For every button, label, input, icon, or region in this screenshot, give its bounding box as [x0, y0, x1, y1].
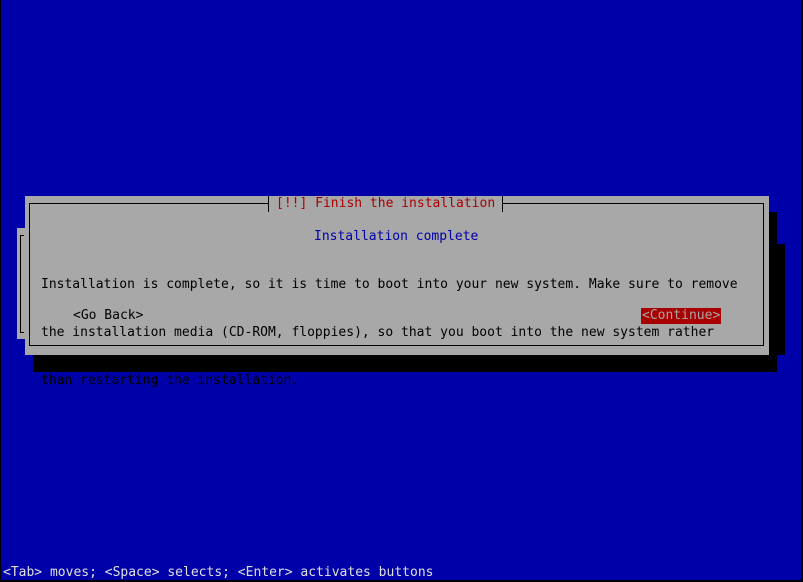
dialog-message-line: than restarting the installation.	[41, 373, 300, 388]
dialog-subtitle: Installation complete	[314, 229, 479, 244]
continue-button[interactable]: <Continue>	[641, 308, 722, 324]
dialog-message-line: the installation media (CD-ROM, floppies…	[41, 325, 715, 340]
dialog-title: [!!] Finish the installation	[268, 196, 504, 212]
dialog-message: Installation is complete, so it is time …	[41, 245, 738, 421]
keyboard-help-status-line: <Tab> moves; <Space> selects; <Enter> ac…	[3, 565, 434, 580]
background-dialog-shadow	[777, 244, 785, 355]
background-dialog-bracket	[20, 235, 24, 333]
finish-installation-dialog: [!!] Finish the installation Installatio…	[25, 196, 769, 388]
screen-edge-left	[0, 0, 1, 582]
dialog-shadow-right	[769, 212, 777, 372]
go-back-button[interactable]: <Go Back>	[73, 308, 143, 324]
dialog-message-line: Installation is complete, so it is time …	[41, 277, 738, 292]
